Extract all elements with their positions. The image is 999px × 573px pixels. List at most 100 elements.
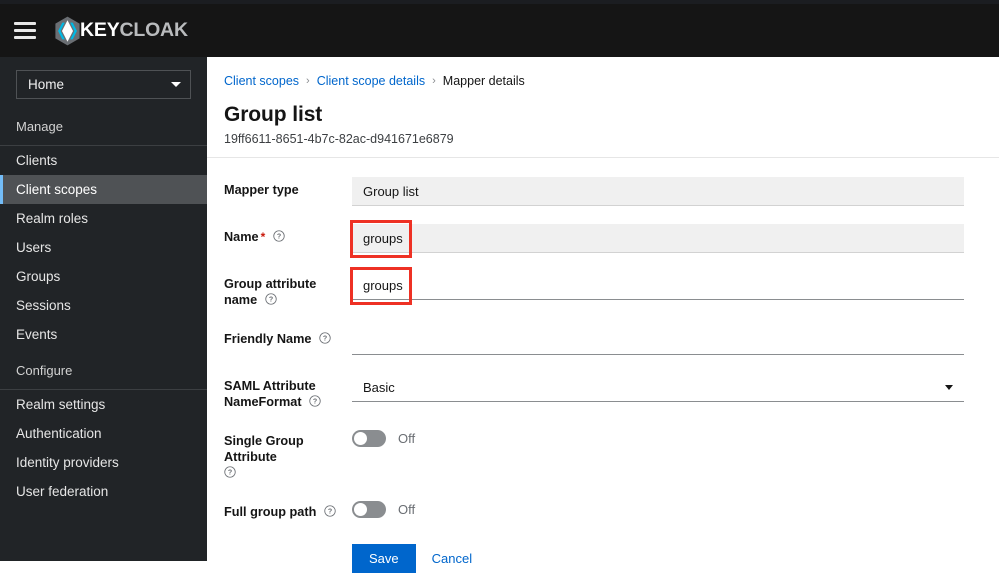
mapper-details-form: Mapper type Name* ? Group attribute n bbox=[207, 177, 999, 573]
breadcrumb-link-client-scopes[interactable]: Client scopes bbox=[224, 74, 299, 88]
sidebar-item-label: User federation bbox=[16, 484, 109, 499]
sidebar-item-label: Groups bbox=[16, 269, 61, 284]
brand-text-cloak: CLOAK bbox=[119, 19, 189, 41]
main-content: Client scopes › Client scope details › M… bbox=[207, 57, 999, 573]
group-attribute-name-input[interactable] bbox=[352, 271, 964, 300]
sidebar-item-label: Users bbox=[16, 240, 52, 255]
friendly-name-label: Friendly Name ? bbox=[224, 326, 352, 347]
mapper-type-label: Mapper type bbox=[224, 183, 299, 197]
help-circle-icon[interactable]: ? bbox=[319, 332, 331, 344]
saml-label-line1: SAML Attribute bbox=[224, 379, 316, 393]
breadcrumb: Client scopes › Client scope details › M… bbox=[224, 73, 999, 89]
full-group-path-toggle-wrap: Off bbox=[352, 499, 964, 518]
realm-selector-container: Home bbox=[0, 57, 207, 113]
sidebar-item-label: Client scopes bbox=[16, 182, 98, 197]
sidebar-item-label: Sessions bbox=[16, 298, 71, 313]
sidebar-item-users[interactable]: Users bbox=[0, 233, 207, 262]
sidebar-item-label: Clients bbox=[16, 153, 58, 168]
friendly-name-input[interactable] bbox=[352, 326, 964, 355]
hamburger-bar bbox=[14, 29, 36, 32]
form-row-saml-attribute-nameformat: SAML Attribute NameFormat ? Basic bbox=[207, 373, 999, 410]
brand-wordmark: KEYCLOAK bbox=[80, 19, 188, 42]
sidebar-item-client-scopes[interactable]: Client scopes bbox=[0, 175, 207, 204]
help-circle-icon[interactable]: ? bbox=[309, 395, 321, 407]
keycloak-logo-icon bbox=[55, 16, 80, 45]
full-group-path-toggle[interactable] bbox=[352, 501, 386, 518]
required-asterisk: * bbox=[260, 230, 266, 244]
realm-selector[interactable]: Home bbox=[16, 70, 191, 99]
page-title: Group list bbox=[224, 103, 323, 126]
save-button[interactable]: Save bbox=[352, 544, 416, 573]
form-row-name: Name * ? bbox=[207, 220, 999, 258]
svg-text:?: ? bbox=[228, 469, 232, 477]
single-group-attribute-toggle[interactable] bbox=[352, 430, 386, 447]
sidebar-item-clients[interactable]: Clients bbox=[0, 146, 207, 175]
single-group-attribute-help-wrap: ? bbox=[224, 465, 352, 481]
sidebar-item-label: Authentication bbox=[16, 426, 102, 441]
help-circle-icon[interactable]: ? bbox=[324, 505, 336, 517]
breadcrumb-separator-icon: › bbox=[432, 75, 436, 87]
sidebar-section-manage-title: Manage bbox=[16, 119, 63, 134]
sidebar-item-label: Identity providers bbox=[16, 455, 119, 470]
form-row-single-group-attribute: Single Group Attribute ? Off bbox=[207, 428, 999, 481]
form-row-full-group-path: Full group path ? Off bbox=[207, 499, 999, 520]
name-input[interactable] bbox=[352, 224, 964, 253]
mapper-type-input bbox=[352, 177, 964, 206]
single-group-attribute-state: Off bbox=[398, 431, 416, 446]
mapper-type-field-area bbox=[352, 177, 999, 206]
full-group-path-state: Off bbox=[398, 502, 416, 517]
sidebar-item-groups[interactable]: Groups bbox=[0, 262, 207, 291]
form-actions: Save Cancel bbox=[352, 544, 999, 573]
sidebar-item-events[interactable]: Events bbox=[0, 320, 207, 349]
cancel-button[interactable]: Cancel bbox=[416, 544, 488, 573]
full-group-path-field-area: Off bbox=[352, 499, 999, 518]
sidebar-item-realm-settings[interactable]: Realm settings bbox=[0, 390, 207, 419]
svg-text:?: ? bbox=[313, 398, 317, 406]
breadcrumb-current: Mapper details bbox=[442, 74, 525, 88]
hamburger-bar bbox=[14, 36, 36, 39]
sidebar-item-sessions[interactable]: Sessions bbox=[0, 291, 207, 320]
help-circle-icon[interactable]: ? bbox=[265, 293, 277, 305]
sidebar-item-identity-providers[interactable]: Identity providers bbox=[0, 448, 207, 477]
name-label-text: Name bbox=[224, 230, 259, 244]
full-group-path-label-text: Full group path bbox=[224, 505, 317, 519]
saml-attribute-nameformat-label: SAML Attribute NameFormat ? bbox=[224, 373, 352, 410]
saml-attribute-nameformat-select[interactable]: Basic bbox=[352, 373, 964, 402]
sidebar-navigation: Home Manage Clients Client scopes Realm … bbox=[0, 57, 207, 561]
svg-text:?: ? bbox=[269, 296, 273, 304]
page-header: Client scopes › Client scope details › M… bbox=[207, 57, 999, 146]
full-group-path-label: Full group path ? bbox=[224, 499, 352, 520]
single-group-attribute-toggle-wrap: Off bbox=[352, 428, 964, 447]
single-group-attribute-field-area: Off bbox=[352, 428, 999, 447]
sidebar-item-label: Events bbox=[16, 327, 58, 342]
svg-text:?: ? bbox=[328, 508, 332, 516]
hamburger-bar bbox=[14, 22, 36, 25]
sidebar-item-authentication[interactable]: Authentication bbox=[0, 419, 207, 448]
keycloak-brand[interactable]: KEYCLOAK bbox=[54, 16, 188, 46]
hamburger-menu-icon[interactable] bbox=[14, 22, 36, 39]
svg-text:?: ? bbox=[323, 335, 327, 343]
name-label: Name * ? bbox=[224, 224, 352, 245]
saml-attribute-nameformat-field-area: Basic bbox=[352, 373, 999, 402]
help-circle-icon[interactable]: ? bbox=[224, 466, 236, 478]
breadcrumb-link-client-scope-details[interactable]: Client scope details bbox=[317, 74, 425, 88]
chevron-down-icon bbox=[171, 82, 181, 87]
group-attribute-name-label: Group attribute name ? bbox=[224, 271, 352, 308]
sidebar-item-user-federation[interactable]: User federation bbox=[0, 477, 207, 506]
saml-label-line2-wrap: NameFormat ? bbox=[224, 394, 352, 410]
sidebar-item-realm-roles[interactable]: Realm roles bbox=[0, 204, 207, 233]
name-field-area bbox=[350, 220, 999, 258]
saml-attribute-nameformat-value: Basic bbox=[363, 379, 395, 395]
single-group-attribute-label-text: Single Group Attribute bbox=[224, 434, 304, 464]
saml-label-line2: NameFormat bbox=[224, 395, 302, 409]
chevron-down-icon bbox=[945, 384, 953, 390]
single-group-attribute-label: Single Group Attribute ? bbox=[224, 428, 352, 481]
brand-text-key: KEY bbox=[80, 19, 120, 41]
help-circle-icon[interactable]: ? bbox=[273, 230, 285, 242]
form-row-friendly-name: Friendly Name ? bbox=[207, 326, 999, 355]
breadcrumb-separator-icon: › bbox=[306, 75, 310, 87]
toggle-knob bbox=[354, 503, 367, 516]
friendly-name-label-text: Friendly Name bbox=[224, 332, 312, 346]
sidebar-item-label: Realm settings bbox=[16, 397, 106, 412]
